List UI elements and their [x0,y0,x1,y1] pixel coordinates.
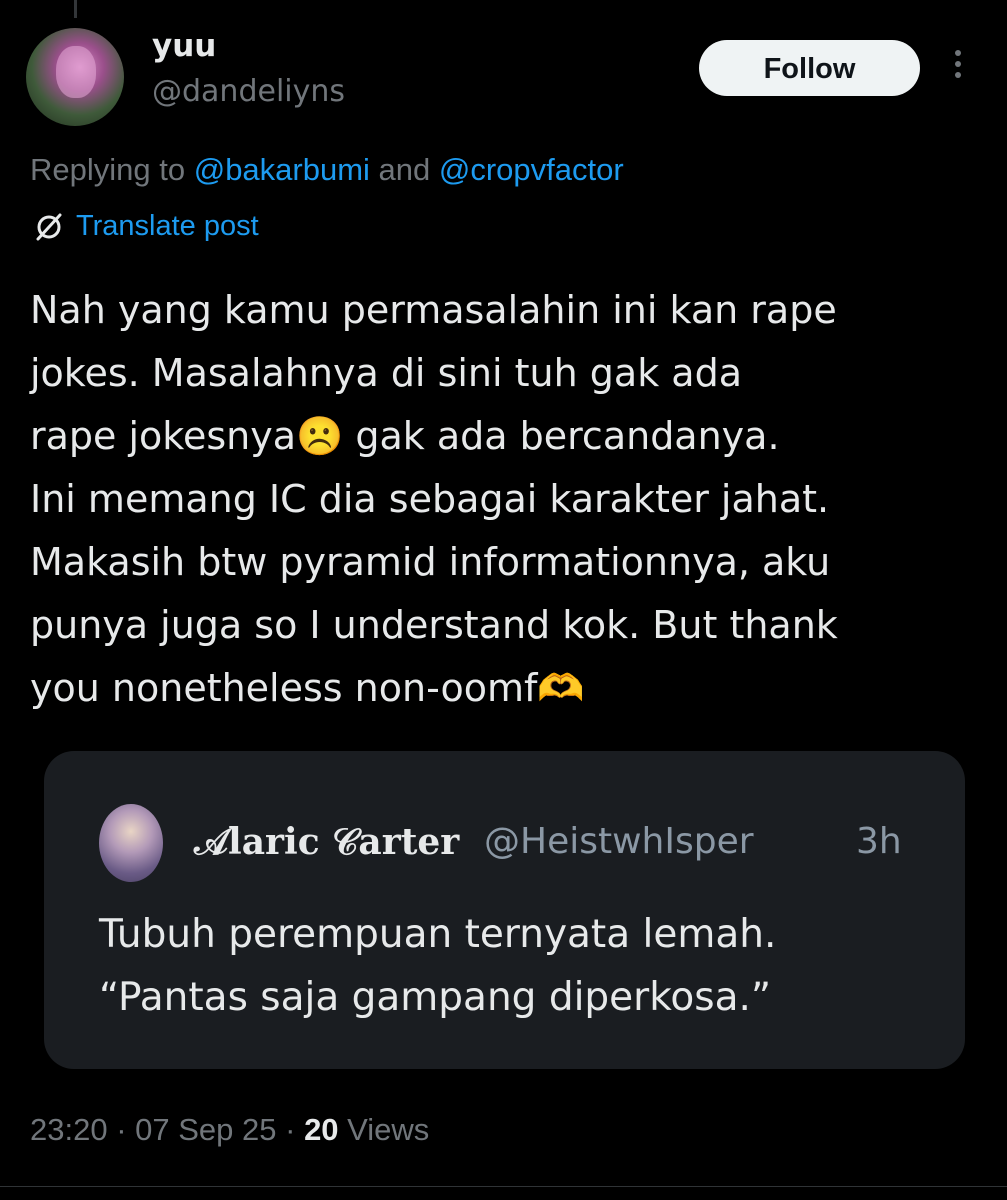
divider [0,1186,1007,1187]
author-avatar[interactable] [26,28,124,126]
views-count: 20 [304,1112,339,1147]
meta-separator: · [107,1112,136,1147]
translate-label[interactable]: Translate post [76,210,259,243]
replying-to-line: Replying to @bakarbumi and @cropvfactor [30,152,624,188]
replying-conjunction: and [369,152,439,187]
post-text: Nah yang kamu permasalahin ini kan rape … [30,288,838,710]
replying-prefix: Replying to [30,152,194,187]
translate-post-link[interactable]: Translate post [34,210,259,243]
views-label: Views [338,1112,430,1147]
follow-button[interactable]: Follow [699,40,920,96]
mention-link-cropvfactor[interactable]: @cropvfactor [439,152,624,187]
quoted-post-text: Tubuh perempuan ternyata lemah. “Pantas … [99,912,777,1020]
meta-separator: · [276,1112,305,1147]
quoted-post-time: 3h [856,821,902,862]
quoted-author-handle: @HeistwhIsper [484,821,754,862]
quoted-author-name: 𝒜laric 𝒞arter [194,821,460,863]
more-options-icon[interactable] [948,50,968,90]
author-handle[interactable]: @dandeliyns [152,74,345,109]
mention-link-bakarbumi[interactable]: @bakarbumi [194,152,370,187]
post-metadata: 23:20 · 07 Sep 25 · 20 Views [30,1112,429,1148]
quoted-author-avatar [99,804,163,882]
post-date[interactable]: 07 Sep 25 [135,1112,276,1147]
post-time[interactable]: 23:20 [30,1112,108,1147]
quoted-post-card[interactable]: 𝒜laric 𝒞arter @HeistwhIsper 3h Tubuh per… [44,751,965,1069]
translate-icon [36,213,62,240]
thread-connector-line [74,0,77,18]
author-display-name[interactable]: yuu [152,28,216,64]
